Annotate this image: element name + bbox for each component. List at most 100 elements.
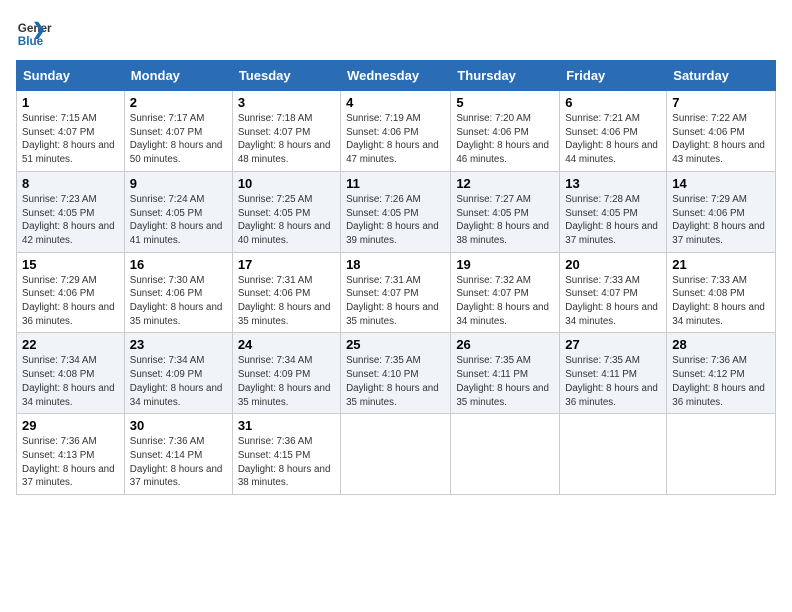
day-info: Sunrise: 7:35 AM Sunset: 4:10 PM Dayligh… [346,354,445,409]
day-info: Sunrise: 7:27 AM Sunset: 4:05 PM Dayligh… [456,193,554,248]
day-cell: 21 Sunrise: 7:33 AM Sunset: 4:08 PM Dayl… [667,252,776,333]
page-header: General Blue [16,16,776,52]
day-cell: 28 Sunrise: 7:36 AM Sunset: 4:12 PM Dayl… [667,333,776,414]
day-info: Sunrise: 7:18 AM Sunset: 4:07 PM Dayligh… [238,112,335,167]
week-row-2: 8 Sunrise: 7:23 AM Sunset: 4:05 PM Dayli… [17,171,776,252]
day-cell: 16 Sunrise: 7:30 AM Sunset: 4:06 PM Dayl… [124,252,232,333]
day-number: 13 [565,176,661,191]
day-number: 14 [672,176,770,191]
day-number: 11 [346,176,445,191]
column-header-sunday: Sunday [17,61,125,91]
day-cell: 9 Sunrise: 7:24 AM Sunset: 4:05 PM Dayli… [124,171,232,252]
day-cell [560,414,667,495]
day-info: Sunrise: 7:23 AM Sunset: 4:05 PM Dayligh… [22,193,119,248]
day-number: 20 [565,257,661,272]
day-info: Sunrise: 7:35 AM Sunset: 4:11 PM Dayligh… [565,354,661,409]
day-number: 24 [238,337,335,352]
day-cell: 8 Sunrise: 7:23 AM Sunset: 4:05 PM Dayli… [17,171,125,252]
column-header-wednesday: Wednesday [341,61,451,91]
day-number: 21 [672,257,770,272]
day-info: Sunrise: 7:29 AM Sunset: 4:06 PM Dayligh… [22,274,119,329]
day-info: Sunrise: 7:15 AM Sunset: 4:07 PM Dayligh… [22,112,119,167]
day-info: Sunrise: 7:30 AM Sunset: 4:06 PM Dayligh… [130,274,227,329]
day-cell: 17 Sunrise: 7:31 AM Sunset: 4:06 PM Dayl… [232,252,340,333]
svg-text:General: General [18,22,52,35]
day-info: Sunrise: 7:34 AM Sunset: 4:09 PM Dayligh… [238,354,335,409]
day-number: 9 [130,176,227,191]
day-info: Sunrise: 7:36 AM Sunset: 4:13 PM Dayligh… [22,435,119,490]
day-info: Sunrise: 7:29 AM Sunset: 4:06 PM Dayligh… [672,193,770,248]
day-info: Sunrise: 7:31 AM Sunset: 4:06 PM Dayligh… [238,274,335,329]
day-number: 18 [346,257,445,272]
column-header-saturday: Saturday [667,61,776,91]
day-info: Sunrise: 7:25 AM Sunset: 4:05 PM Dayligh… [238,193,335,248]
day-number: 15 [22,257,119,272]
column-header-friday: Friday [560,61,667,91]
day-number: 19 [456,257,554,272]
day-cell: 20 Sunrise: 7:33 AM Sunset: 4:07 PM Dayl… [560,252,667,333]
day-info: Sunrise: 7:17 AM Sunset: 4:07 PM Dayligh… [130,112,227,167]
day-cell: 31 Sunrise: 7:36 AM Sunset: 4:15 PM Dayl… [232,414,340,495]
day-info: Sunrise: 7:28 AM Sunset: 4:05 PM Dayligh… [565,193,661,248]
calendar-header-row: SundayMondayTuesdayWednesdayThursdayFrid… [17,61,776,91]
day-info: Sunrise: 7:26 AM Sunset: 4:05 PM Dayligh… [346,193,445,248]
day-info: Sunrise: 7:33 AM Sunset: 4:08 PM Dayligh… [672,274,770,329]
day-cell: 29 Sunrise: 7:36 AM Sunset: 4:13 PM Dayl… [17,414,125,495]
day-number: 17 [238,257,335,272]
day-info: Sunrise: 7:35 AM Sunset: 4:11 PM Dayligh… [456,354,554,409]
day-number: 28 [672,337,770,352]
day-info: Sunrise: 7:21 AM Sunset: 4:06 PM Dayligh… [565,112,661,167]
day-number: 5 [456,95,554,110]
day-number: 12 [456,176,554,191]
day-cell: 30 Sunrise: 7:36 AM Sunset: 4:14 PM Dayl… [124,414,232,495]
day-number: 31 [238,418,335,433]
logo-icon: General Blue [16,16,52,52]
day-cell: 7 Sunrise: 7:22 AM Sunset: 4:06 PM Dayli… [667,91,776,172]
day-cell: 25 Sunrise: 7:35 AM Sunset: 4:10 PM Dayl… [341,333,451,414]
day-info: Sunrise: 7:31 AM Sunset: 4:07 PM Dayligh… [346,274,445,329]
calendar-table: SundayMondayTuesdayWednesdayThursdayFrid… [16,60,776,495]
day-info: Sunrise: 7:34 AM Sunset: 4:08 PM Dayligh… [22,354,119,409]
column-header-monday: Monday [124,61,232,91]
calendar-body: 1 Sunrise: 7:15 AM Sunset: 4:07 PM Dayli… [17,91,776,495]
day-number: 10 [238,176,335,191]
day-number: 25 [346,337,445,352]
day-cell: 6 Sunrise: 7:21 AM Sunset: 4:06 PM Dayli… [560,91,667,172]
day-info: Sunrise: 7:34 AM Sunset: 4:09 PM Dayligh… [130,354,227,409]
day-cell: 1 Sunrise: 7:15 AM Sunset: 4:07 PM Dayli… [17,91,125,172]
day-number: 3 [238,95,335,110]
day-number: 22 [22,337,119,352]
day-cell: 10 Sunrise: 7:25 AM Sunset: 4:05 PM Dayl… [232,171,340,252]
day-info: Sunrise: 7:36 AM Sunset: 4:15 PM Dayligh… [238,435,335,490]
day-number: 2 [130,95,227,110]
week-row-3: 15 Sunrise: 7:29 AM Sunset: 4:06 PM Dayl… [17,252,776,333]
column-header-thursday: Thursday [451,61,560,91]
day-number: 1 [22,95,119,110]
day-info: Sunrise: 7:20 AM Sunset: 4:06 PM Dayligh… [456,112,554,167]
day-cell: 22 Sunrise: 7:34 AM Sunset: 4:08 PM Dayl… [17,333,125,414]
day-info: Sunrise: 7:36 AM Sunset: 4:12 PM Dayligh… [672,354,770,409]
day-cell: 5 Sunrise: 7:20 AM Sunset: 4:06 PM Dayli… [451,91,560,172]
day-cell: 26 Sunrise: 7:35 AM Sunset: 4:11 PM Dayl… [451,333,560,414]
day-cell: 11 Sunrise: 7:26 AM Sunset: 4:05 PM Dayl… [341,171,451,252]
day-cell: 3 Sunrise: 7:18 AM Sunset: 4:07 PM Dayli… [232,91,340,172]
day-number: 26 [456,337,554,352]
day-info: Sunrise: 7:22 AM Sunset: 4:06 PM Dayligh… [672,112,770,167]
day-cell: 15 Sunrise: 7:29 AM Sunset: 4:06 PM Dayl… [17,252,125,333]
day-cell: 13 Sunrise: 7:28 AM Sunset: 4:05 PM Dayl… [560,171,667,252]
logo: General Blue [16,16,56,52]
day-number: 7 [672,95,770,110]
day-info: Sunrise: 7:36 AM Sunset: 4:14 PM Dayligh… [130,435,227,490]
day-info: Sunrise: 7:24 AM Sunset: 4:05 PM Dayligh… [130,193,227,248]
day-info: Sunrise: 7:19 AM Sunset: 4:06 PM Dayligh… [346,112,445,167]
day-cell: 4 Sunrise: 7:19 AM Sunset: 4:06 PM Dayli… [341,91,451,172]
day-cell: 24 Sunrise: 7:34 AM Sunset: 4:09 PM Dayl… [232,333,340,414]
day-number: 8 [22,176,119,191]
day-number: 23 [130,337,227,352]
day-number: 4 [346,95,445,110]
day-info: Sunrise: 7:32 AM Sunset: 4:07 PM Dayligh… [456,274,554,329]
day-cell: 2 Sunrise: 7:17 AM Sunset: 4:07 PM Dayli… [124,91,232,172]
day-cell: 12 Sunrise: 7:27 AM Sunset: 4:05 PM Dayl… [451,171,560,252]
day-cell: 14 Sunrise: 7:29 AM Sunset: 4:06 PM Dayl… [667,171,776,252]
day-info: Sunrise: 7:33 AM Sunset: 4:07 PM Dayligh… [565,274,661,329]
